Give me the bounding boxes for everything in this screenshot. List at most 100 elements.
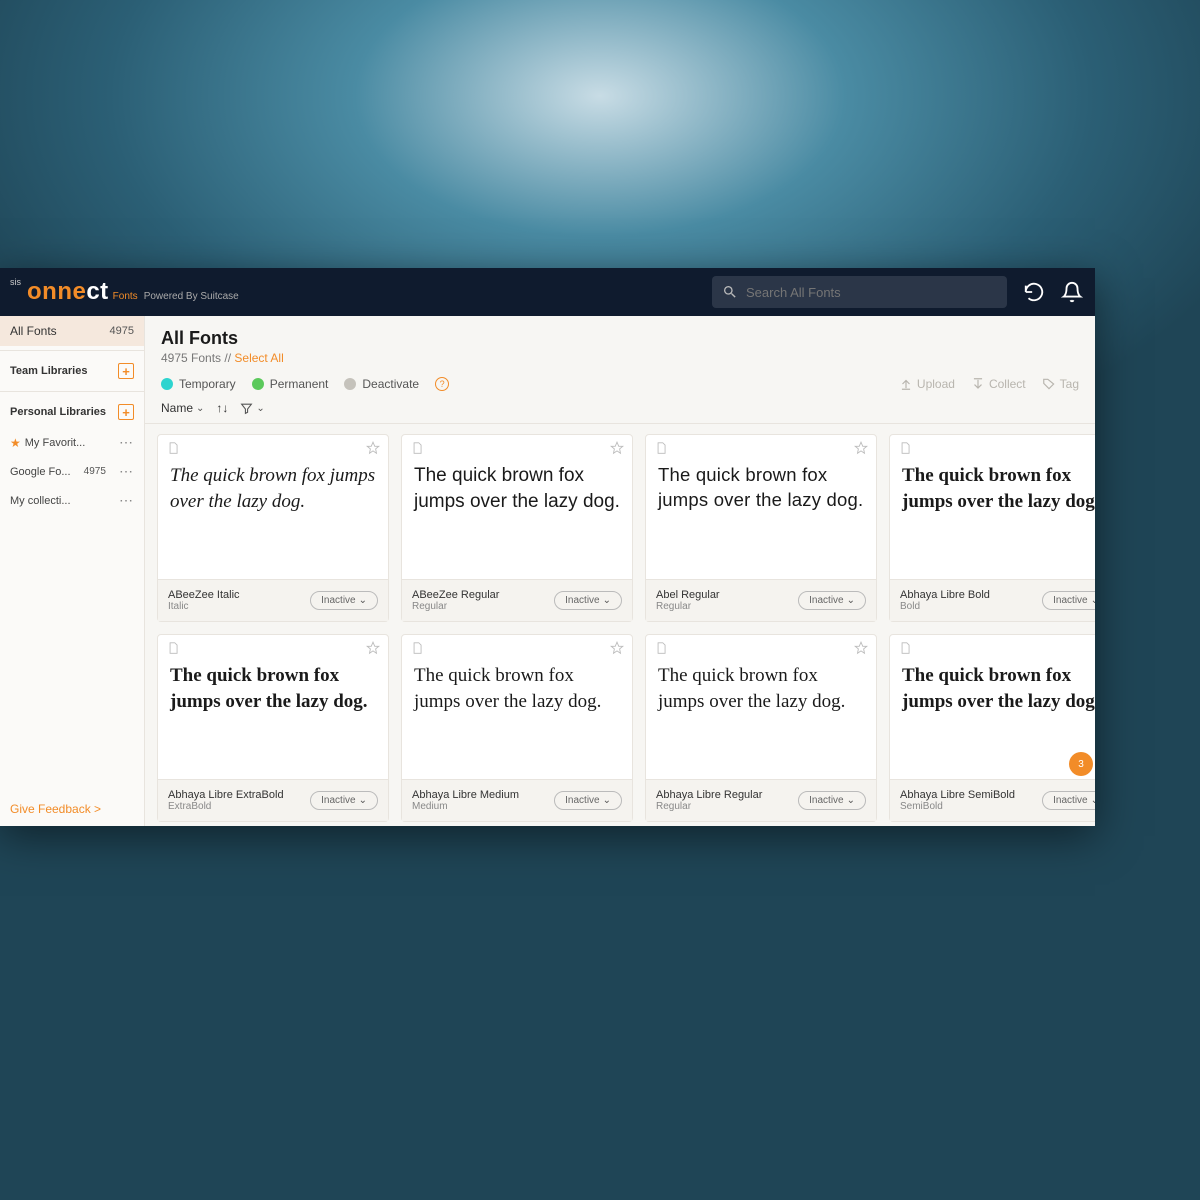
search-box[interactable] <box>712 276 1007 308</box>
legend-row: Temporary Permanent Deactivate ? Upload … <box>145 371 1095 397</box>
document-icon <box>166 441 180 455</box>
bell-icon[interactable] <box>1061 281 1083 303</box>
font-card[interactable]: The quick brown fox jumps over the lazy … <box>401 634 633 822</box>
library-menu-button[interactable]: ⋯ <box>119 492 134 509</box>
font-card[interactable]: The quick brown fox jumps over the lazy … <box>157 434 389 622</box>
library-menu-button[interactable]: ⋯ <box>119 463 134 480</box>
font-status-dropdown[interactable]: Inactive ⌄ <box>554 591 622 610</box>
sidebar-library-item[interactable]: My collecti... ⋯ <box>0 486 144 515</box>
document-icon <box>654 641 668 655</box>
font-card-footer: ABeeZee Italic Italic Inactive ⌄ <box>158 579 388 621</box>
font-card-footer: Abhaya Libre SemiBold SemiBold Inactive … <box>890 779 1095 821</box>
library-name: Google Fo... <box>10 466 71 478</box>
filter-dropdown[interactable]: ⌄ <box>240 402 264 415</box>
library-name: My Favorit... <box>25 437 86 449</box>
library-count: 4975 <box>84 466 106 477</box>
chevron-down-icon: ⌄ <box>359 595 367 606</box>
font-name: Abhaya Libre Regular <box>656 789 762 801</box>
font-count-label: 4975 Fonts // <box>161 351 234 365</box>
search-icon <box>722 284 738 300</box>
font-name: Abel Regular <box>656 589 720 601</box>
font-status-dropdown[interactable]: Inactive ⌄ <box>798 791 866 810</box>
document-icon <box>166 641 180 655</box>
sidebar-library-item[interactable]: ★ My Favorit... ⋯ <box>0 428 144 457</box>
tag-button[interactable]: Tag <box>1042 377 1079 391</box>
font-style: Bold <box>900 601 990 612</box>
font-card[interactable]: The quick brown fox jumps over the lazy … <box>889 434 1095 622</box>
main-panel: All Fonts 4975 Fonts // Select All Tempo… <box>145 316 1095 826</box>
font-status-dropdown[interactable]: Inactive ⌄ <box>1042 791 1095 810</box>
library-menu-button[interactable]: ⋯ <box>119 434 134 451</box>
font-card[interactable]: The quick brown fox jumps over the lazy … <box>645 434 877 622</box>
sort-name-dropdown[interactable]: Name⌄ <box>161 401 204 415</box>
font-preview: The quick brown fox jumps over the lazy … <box>890 435 1095 579</box>
font-status-dropdown[interactable]: Inactive ⌄ <box>554 791 622 810</box>
font-name: Abhaya Libre Medium <box>412 789 519 801</box>
body: All Fonts 4975 Team Libraries + Personal… <box>0 316 1095 826</box>
star-outline-icon[interactable] <box>854 441 868 455</box>
sidebar-team-header: Team Libraries + <box>0 355 144 387</box>
font-card[interactable]: The quick brown fox jumps over the lazy … <box>157 634 389 822</box>
search-input[interactable] <box>746 285 997 300</box>
font-preview: The quick brown fox jumps over the lazy … <box>646 435 876 579</box>
logo-brand-prefix: sis <box>10 277 21 287</box>
legend-temporary[interactable]: Temporary <box>161 377 236 391</box>
star-outline-icon[interactable] <box>854 641 868 655</box>
font-name: Abhaya Libre Bold <box>900 589 990 601</box>
font-preview: The quick brown fox jumps over the lazy … <box>646 635 876 779</box>
font-preview: The quick brown fox jumps over the lazy … <box>158 435 388 579</box>
select-all-link[interactable]: Select All <box>234 351 283 365</box>
give-feedback-link[interactable]: Give Feedback > <box>0 792 144 826</box>
font-card-footer: Abhaya Libre Bold Bold Inactive ⌄ <box>890 579 1095 621</box>
document-icon <box>410 641 424 655</box>
sidebar-all-fonts-label: All Fonts <box>10 324 57 338</box>
upload-button[interactable]: Upload <box>899 377 955 391</box>
notification-badge[interactable]: 3 <box>1069 752 1093 776</box>
sidebar-all-fonts[interactable]: All Fonts 4975 <box>0 316 144 346</box>
font-style: Italic <box>168 601 240 612</box>
chevron-down-icon: ⌄ <box>603 595 611 606</box>
font-style: Regular <box>656 801 762 812</box>
collect-button[interactable]: Collect <box>971 377 1026 391</box>
font-card-footer: Abhaya Libre Regular Regular Inactive ⌄ <box>646 779 876 821</box>
font-status-dropdown[interactable]: Inactive ⌄ <box>798 591 866 610</box>
star-outline-icon[interactable] <box>610 441 624 455</box>
sidebar-library-item[interactable]: Google Fo... 4975 ⋯ <box>0 457 144 486</box>
star-outline-icon[interactable] <box>610 641 624 655</box>
star-outline-icon[interactable] <box>366 441 380 455</box>
chevron-down-icon: ⌄ <box>847 595 855 606</box>
star-outline-icon[interactable] <box>366 641 380 655</box>
add-team-library-button[interactable]: + <box>118 363 134 379</box>
permanent-dot-icon <box>252 378 264 390</box>
chevron-down-icon: ⌄ <box>1091 795 1095 806</box>
font-preview: The quick brown fox jumps over the lazy … <box>402 435 632 579</box>
font-grid: The quick brown fox jumps over the lazy … <box>145 424 1095 826</box>
font-status-dropdown[interactable]: Inactive ⌄ <box>310 591 378 610</box>
font-status-dropdown[interactable]: Inactive ⌄ <box>310 791 378 810</box>
logo-tagline1: Fonts <box>113 291 138 302</box>
font-card[interactable]: The quick brown fox jumps over the lazy … <box>401 434 633 622</box>
sort-direction-toggle[interactable]: ↑↓ <box>216 401 228 415</box>
font-style: Regular <box>412 601 499 612</box>
chevron-down-icon: ⌄ <box>847 795 855 806</box>
library-name: My collecti... <box>10 495 71 507</box>
sort-row: Name⌄ ↑↓ ⌄ <box>145 397 1095 424</box>
font-card[interactable]: The quick brown fox jumps over the lazy … <box>889 634 1095 822</box>
titlebar: sis onnect Fonts Powered By Suitcase <box>0 268 1095 316</box>
app-window: sis onnect Fonts Powered By Suitcase All… <box>0 268 1095 826</box>
font-card-footer: Abel Regular Regular Inactive ⌄ <box>646 579 876 621</box>
font-status-dropdown[interactable]: Inactive ⌄ <box>1042 591 1095 610</box>
legend-help-icon[interactable]: ? <box>435 377 449 391</box>
logo-tagline2: Powered By Suitcase <box>144 291 239 302</box>
add-personal-library-button[interactable]: + <box>118 404 134 420</box>
temporary-dot-icon <box>161 378 173 390</box>
font-card-footer: Abhaya Libre ExtraBold ExtraBold Inactiv… <box>158 779 388 821</box>
font-card[interactable]: The quick brown fox jumps over the lazy … <box>645 634 877 822</box>
refresh-icon[interactable] <box>1023 281 1045 303</box>
legend-permanent[interactable]: Permanent <box>252 377 329 391</box>
chevron-down-icon: ⌄ <box>603 795 611 806</box>
font-style: SemiBold <box>900 801 1015 812</box>
chevron-down-icon: ⌄ <box>196 403 204 414</box>
star-icon: ★ <box>10 436 21 450</box>
legend-deactivate[interactable]: Deactivate <box>344 377 419 391</box>
